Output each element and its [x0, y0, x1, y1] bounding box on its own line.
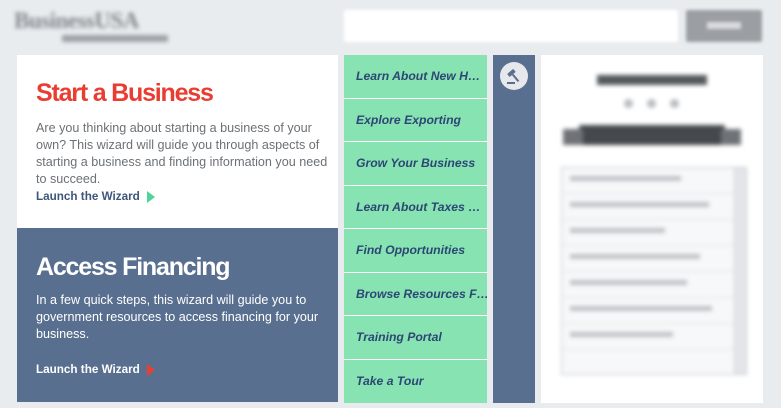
list-item[interactable]	[562, 324, 746, 350]
gavel-icon	[507, 69, 520, 84]
nav-item-browse-resources[interactable]: Browse Resources F…	[344, 272, 487, 316]
widget-scrollbar[interactable]	[734, 168, 746, 374]
nav-item-label: Training Portal	[356, 330, 442, 345]
nav-item-label: Explore Exporting	[356, 112, 461, 127]
logo-text: BusinessUSA	[14, 8, 139, 33]
search-button[interactable]	[686, 10, 762, 42]
pager-dot[interactable]	[624, 99, 633, 108]
widget-list	[561, 167, 747, 375]
nav-item-find-opportunities[interactable]: Find Opportunities	[344, 229, 487, 273]
nav-item-label: Browse Resources F…	[356, 286, 487, 301]
list-item[interactable]	[562, 194, 746, 220]
search-button-label-bar	[707, 22, 741, 29]
nav-item-label: Learn About New H…	[356, 69, 481, 84]
nav-item-learn-about-new-hires[interactable]: Learn About New H…	[344, 55, 487, 99]
nav-item-take-a-tour[interactable]: Take a Tour	[344, 359, 487, 403]
nav-item-label: Take a Tour	[356, 374, 424, 389]
list-item[interactable]	[562, 168, 746, 194]
events-widget	[541, 55, 763, 403]
nav-item-grow-your-business[interactable]: Grow Your Business	[344, 142, 487, 186]
side-strip	[493, 55, 535, 403]
list-item[interactable]	[562, 220, 746, 246]
start-business-title: Start a Business	[36, 79, 214, 107]
access-financing-panel: Access Financing In a few quick steps, t…	[17, 228, 338, 402]
nav-item-label: Grow Your Business	[356, 156, 476, 171]
list-item[interactable]	[562, 246, 746, 272]
widget-ribbon-banner	[563, 125, 741, 145]
list-item[interactable]	[562, 298, 746, 324]
arrow-right-icon	[146, 190, 155, 203]
access-financing-launch-link[interactable]: Launch the Wizard	[36, 363, 155, 376]
access-financing-description: In a few quick steps, this wizard will g…	[36, 293, 319, 341]
list-item[interactable]	[562, 272, 746, 298]
pager-dot[interactable]	[670, 99, 679, 108]
topic-nav: Learn About New H… Explore Exporting Gro…	[344, 55, 487, 403]
nav-item-learn-about-taxes[interactable]: Learn About Taxes …	[344, 185, 487, 229]
arrow-right-icon	[146, 363, 155, 376]
site-header: BusinessUSA	[0, 0, 781, 52]
pager-dot[interactable]	[647, 99, 656, 108]
gavel-badge[interactable]	[500, 62, 528, 90]
access-financing-title: Access Financing	[36, 253, 231, 281]
access-financing-link-label: Launch the Wizard	[36, 363, 140, 376]
start-business-link-label: Launch the Wizard	[36, 190, 140, 203]
logo-tagline-bar	[62, 35, 168, 42]
site-logo[interactable]: BusinessUSA	[14, 8, 174, 46]
nav-item-training-portal[interactable]: Training Portal	[344, 316, 487, 360]
start-business-panel: Start a Business Are you thinking about …	[17, 55, 338, 228]
nav-item-explore-exporting[interactable]: Explore Exporting	[344, 98, 487, 142]
widget-title-bar	[597, 75, 707, 85]
start-business-launch-link[interactable]: Launch the Wizard	[36, 190, 155, 203]
nav-item-label: Find Opportunities	[356, 243, 465, 258]
start-business-description: Are you thinking about starting a busine…	[36, 121, 328, 186]
nav-item-label: Learn About Taxes …	[356, 199, 481, 214]
events-widget-content	[541, 55, 763, 403]
search-input[interactable]	[344, 10, 678, 42]
